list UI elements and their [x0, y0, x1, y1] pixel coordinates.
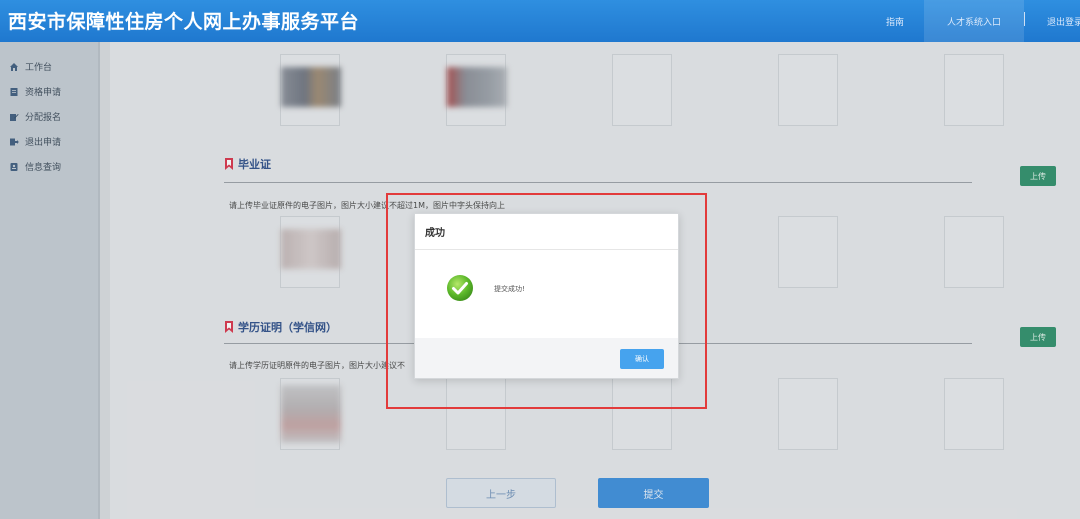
logout-link[interactable]: 退出登录: [1030, 0, 1080, 42]
nav-help-link[interactable]: 指南: [870, 0, 920, 42]
annotation-highlight-box: [386, 193, 707, 409]
top-header: 西安市保障性住房个人网上办事服务平台 指南 人才系统入口 退出登录: [0, 0, 1080, 42]
site-title: 西安市保障性住房个人网上办事服务平台: [8, 11, 360, 33]
nav-talent-system-link[interactable]: 人才系统入口: [924, 0, 1024, 42]
nav-separator: [1024, 12, 1025, 26]
